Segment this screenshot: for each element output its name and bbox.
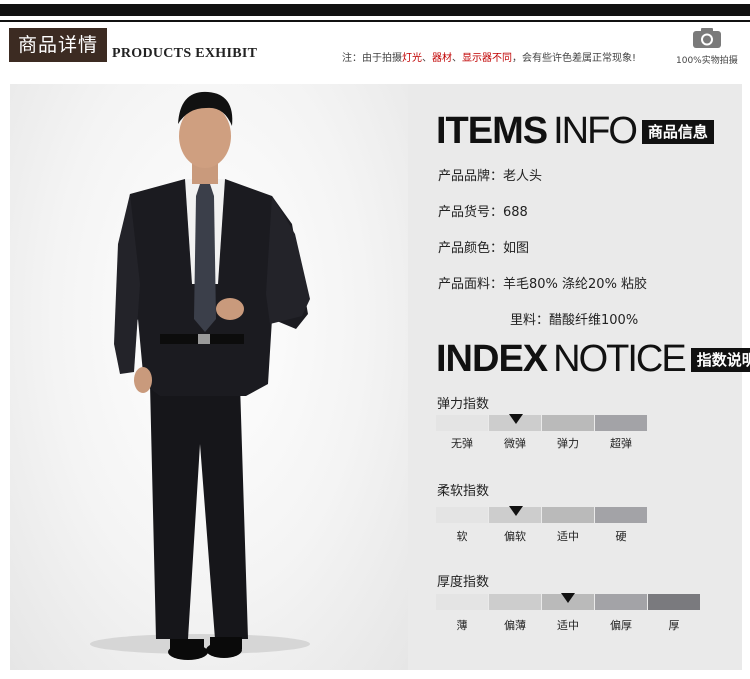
scale-label: 偏软 [504, 530, 526, 543]
softness-marker [509, 506, 523, 516]
note-text: 注：由于拍摄 [342, 53, 402, 64]
heading-thin: INFO [553, 110, 638, 152]
scale-segment [595, 507, 647, 523]
scale-segment [436, 415, 488, 431]
scale-label: 微弹 [504, 437, 526, 450]
note-text: ，会有些许色差属正常现象! [512, 53, 637, 64]
note-highlight: 灯光 [402, 53, 422, 64]
scale-label: 弹力 [557, 437, 579, 450]
note-highlight: 器材 [432, 53, 452, 64]
scale-label: 超弹 [610, 437, 632, 450]
heading-bold: ITEMS [436, 110, 548, 152]
scale-segment [542, 415, 594, 431]
scale-label: 偏薄 [504, 619, 526, 632]
scale-label: 偏厚 [610, 619, 632, 632]
softness-labels: 软 偏软 适中 硬 [436, 528, 647, 544]
elasticity-scale [436, 415, 647, 431]
note-highlight: 显示器不同 [462, 53, 512, 64]
section-tag: 商品详情 [9, 28, 107, 62]
softness-scale [436, 507, 647, 523]
elasticity-labels: 无弹 微弹 弹力 超弹 [436, 435, 647, 451]
items-info-heading: ITEMS INFO 商品信息 [436, 110, 714, 153]
thickness-title: 厚度指数 [437, 575, 490, 590]
section-subtitle: PRODUCTS EXHIBIT [112, 46, 258, 61]
info-color: 产品颜色：如图 [438, 241, 530, 256]
softness-title: 柔软指数 [437, 484, 490, 499]
scale-segment [648, 594, 700, 610]
info-sku: 产品货号：688 [438, 205, 528, 220]
scale-segment [489, 594, 541, 610]
camera-icon [693, 28, 721, 48]
scale-segment [542, 507, 594, 523]
scale-label: 适中 [557, 530, 579, 543]
note-text: 、 [422, 53, 432, 64]
product-photo [10, 84, 408, 670]
color-disclaimer: 注：由于拍摄灯光、器材、显示器不同，会有些许色差属正常现象! [342, 49, 636, 64]
info-fabric: 产品面料：羊毛80% 涤纶20% 粘胶 [438, 277, 648, 292]
elasticity-marker [509, 414, 523, 424]
top-border-thick [0, 4, 750, 16]
heading-bold: INDEX [436, 338, 548, 380]
heading-badge: 商品信息 [641, 119, 714, 144]
scale-segment [436, 507, 488, 523]
top-border-thin [0, 20, 750, 22]
scale-label: 硬 [615, 530, 627, 543]
scale-segment [595, 594, 647, 610]
thickness-marker [561, 593, 575, 603]
scale-segment [436, 594, 488, 610]
scale-label: 适中 [557, 619, 579, 632]
scale-label: 软 [456, 530, 468, 543]
info-lining: 里料：醋酸纤维100% [510, 313, 639, 328]
scale-segment [595, 415, 647, 431]
scale-label: 薄 [456, 619, 468, 632]
camera-label: 100%实物拍摄 [676, 56, 738, 66]
heading-badge: 指数说明 [690, 347, 750, 372]
thickness-labels: 薄 偏薄 适中 偏厚 厚 [436, 617, 700, 633]
index-notice-heading: INDEX NOTICE 指数说明 [436, 338, 750, 381]
scale-label: 无弹 [451, 437, 473, 450]
info-brand: 产品品牌：老人头 [438, 169, 543, 184]
scale-label: 厚 [668, 619, 680, 632]
model-in-suit-image [90, 91, 310, 660]
heading-thin: NOTICE [553, 338, 687, 380]
note-text: 、 [452, 53, 462, 64]
elasticity-title: 弹力指数 [437, 397, 490, 412]
